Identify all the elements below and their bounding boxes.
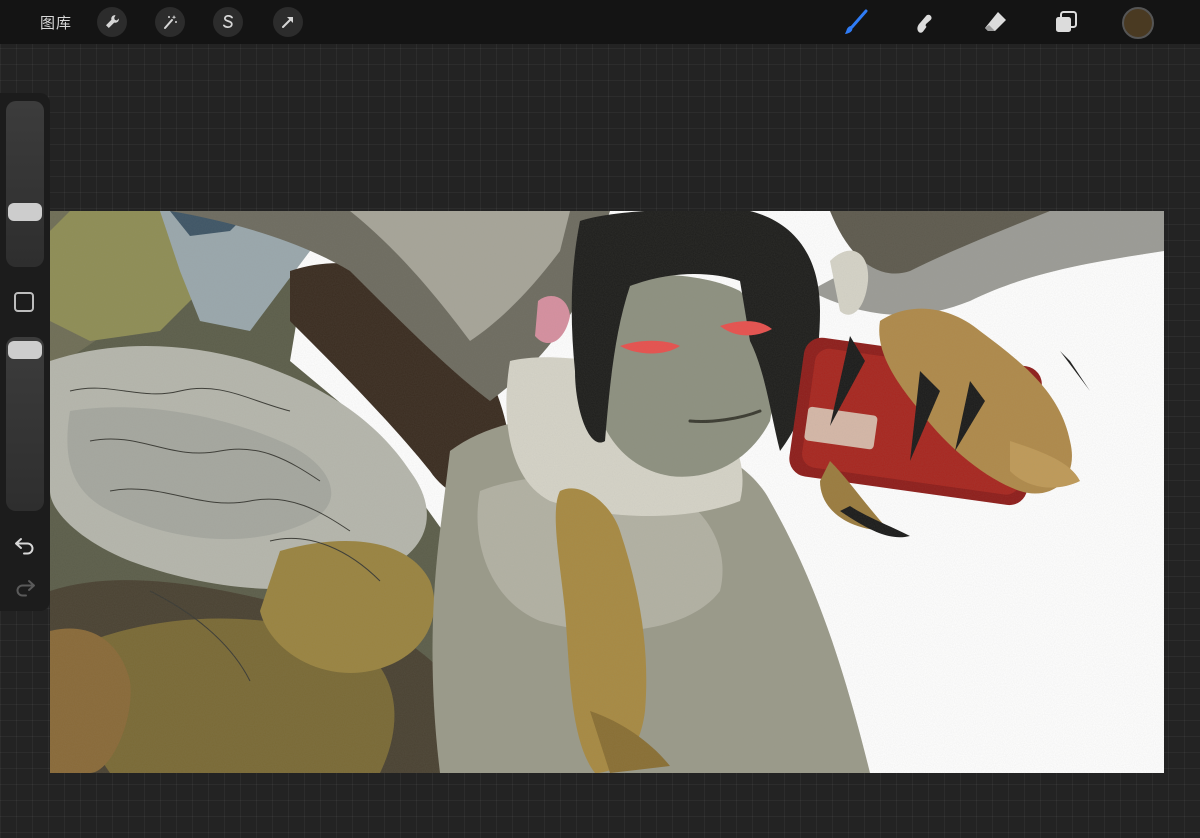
redo-icon <box>16 580 35 597</box>
artwork <box>50 211 1164 773</box>
gallery-button[interactable]: 图库 <box>40 12 72 33</box>
brush-tool-button[interactable] <box>840 6 872 38</box>
left-sidebar <box>0 93 50 611</box>
top-toolbar: 图库 <box>0 0 1200 44</box>
brush-size-slider[interactable] <box>6 101 44 267</box>
smudge-icon <box>917 14 932 33</box>
redo-button[interactable] <box>11 575 39 599</box>
layers-button[interactable] <box>1050 6 1082 38</box>
drawing-canvas[interactable] <box>50 211 1164 773</box>
selection-s-icon <box>223 14 233 28</box>
selection-button[interactable] <box>213 7 243 37</box>
transform-arrow-icon <box>282 17 293 28</box>
opacity-slider[interactable] <box>6 337 44 511</box>
actions-button[interactable] <box>97 7 127 37</box>
magic-wand-icon <box>164 15 177 29</box>
undo-icon <box>15 538 34 555</box>
transform-button[interactable] <box>273 7 303 37</box>
eraser-icon <box>985 12 1006 31</box>
color-picker-swatch[interactable] <box>1122 7 1154 39</box>
opacity-slider-handle[interactable] <box>8 341 42 359</box>
wrench-icon <box>106 15 119 28</box>
brush-size-slider-handle[interactable] <box>8 203 42 221</box>
modify-square-button[interactable] <box>14 292 34 312</box>
adjustments-button[interactable] <box>155 7 185 37</box>
smudge-tool-button[interactable] <box>908 6 940 38</box>
layers-icon <box>1056 11 1077 32</box>
eraser-tool-button[interactable] <box>980 6 1012 38</box>
undo-button[interactable] <box>11 533 39 557</box>
brush-icon <box>845 9 868 34</box>
